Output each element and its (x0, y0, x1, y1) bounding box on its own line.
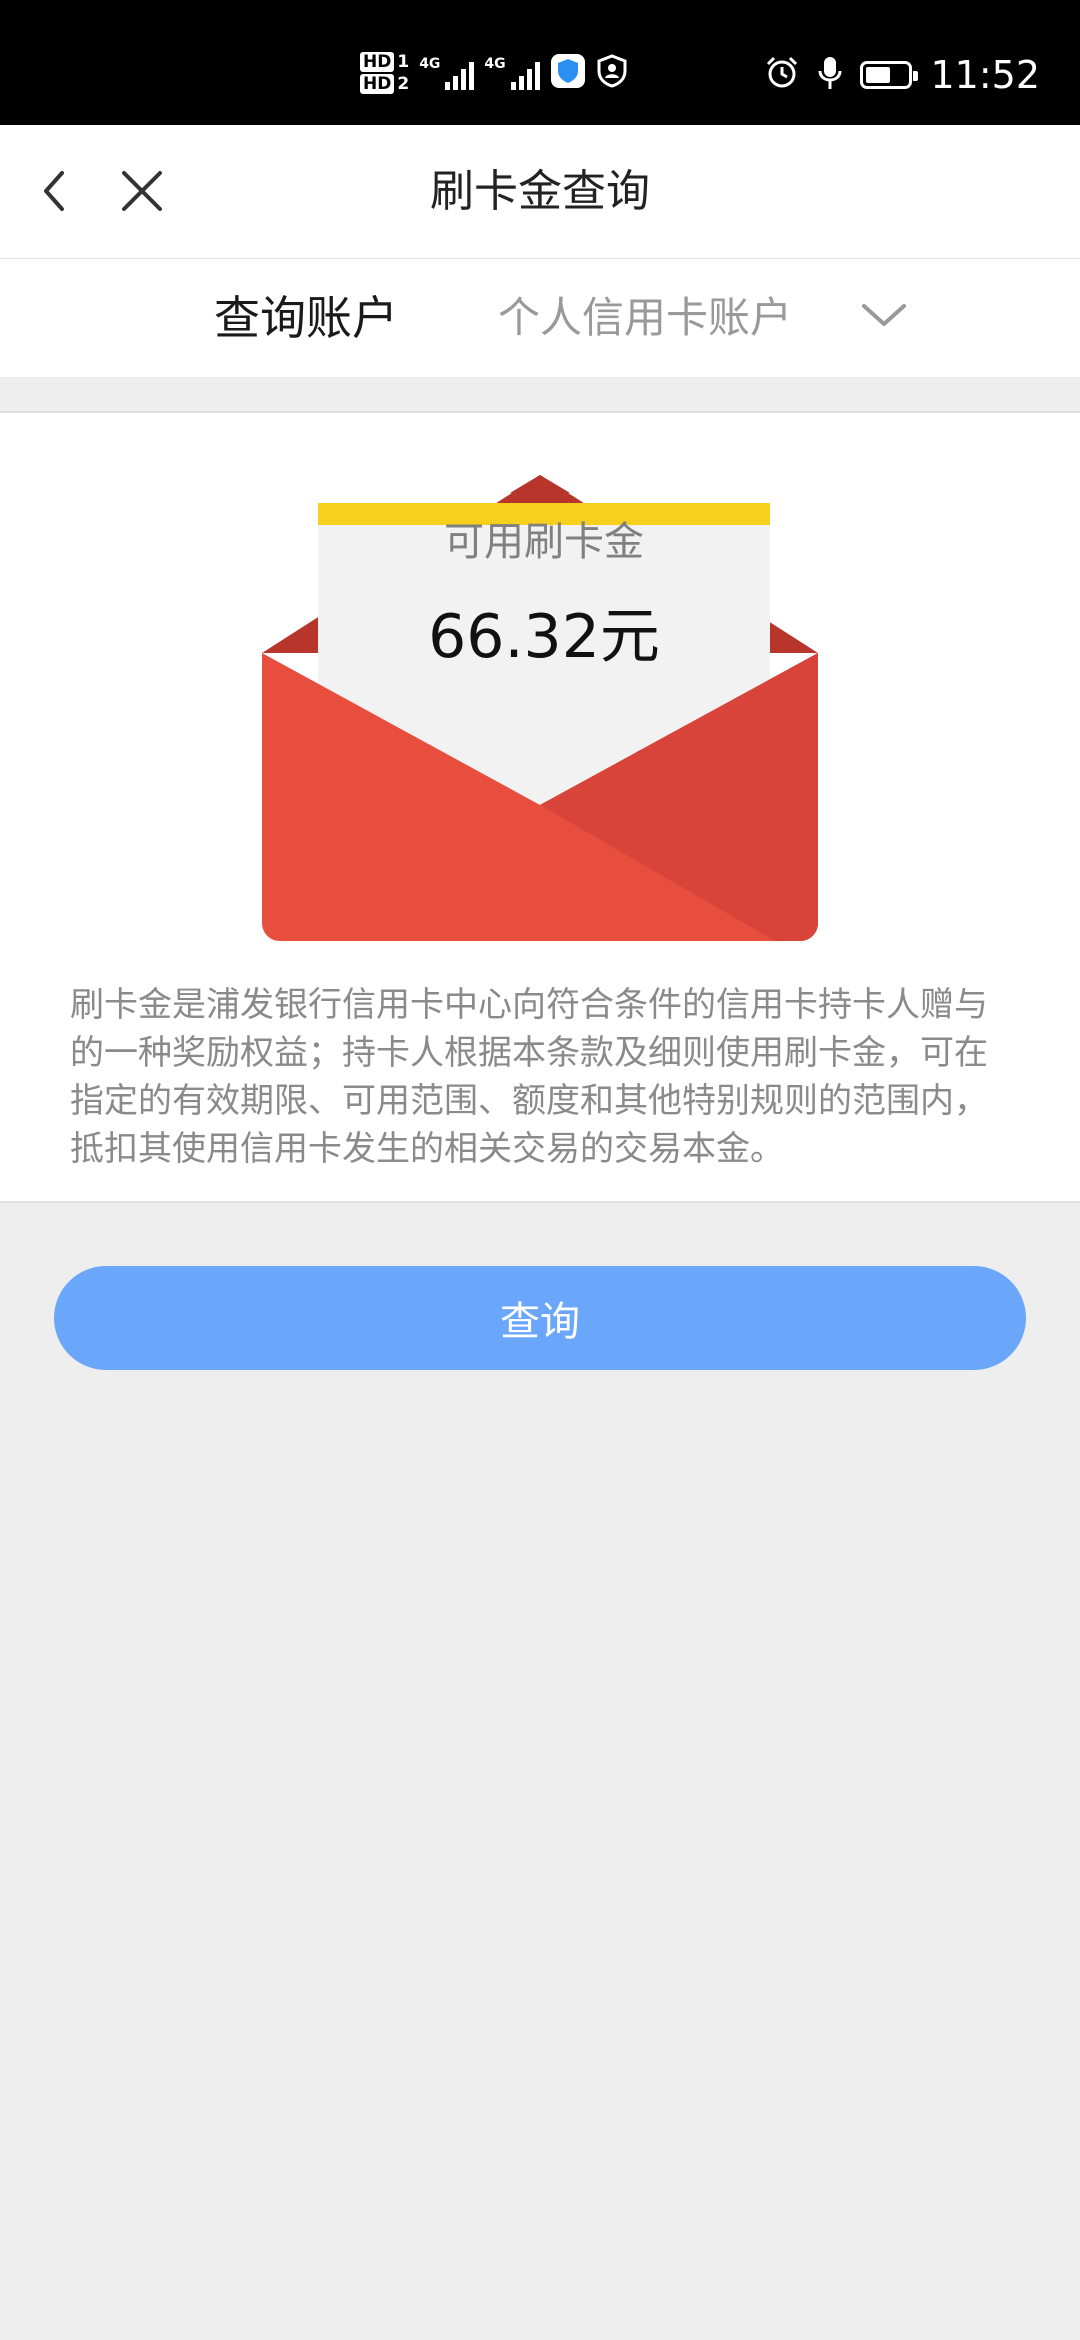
status-left-group: HD 1 HD 2 4G 4G (360, 48, 628, 98)
microphone-icon (818, 55, 842, 95)
shield-icon (550, 53, 586, 93)
query-button[interactable]: 查询 (54, 1266, 1026, 1370)
clock: 11:52 (930, 53, 1040, 97)
status-right-group: 11:52 (764, 50, 1040, 100)
account-dropdown[interactable]: 个人信用卡账户 (498, 259, 792, 377)
nav-bar: 刷卡金查询 (0, 125, 1080, 259)
signal-icon: 4G (419, 56, 475, 90)
account-selector-row: 查询账户 个人信用卡账户 (0, 259, 1080, 377)
sim-indicators: HD 1 HD 2 (360, 52, 409, 94)
alarm-icon (764, 55, 800, 95)
profile-icon (596, 54, 628, 92)
status-bar: HD 1 HD 2 4G 4G 11:52 (0, 0, 1080, 125)
signal-icon-2: 4G (484, 56, 540, 90)
sim1-indicator: HD 1 (360, 52, 409, 72)
sim2-indicator: HD 2 (360, 74, 409, 94)
available-balance-label: 可用刷卡金 (444, 519, 644, 565)
rules-description: 刷卡金是浦发银行信用卡中心向符合条件的信用卡持卡人赠与的一种奖励权益；持卡人根据… (70, 985, 988, 1169)
page-title: 刷卡金查询 (430, 166, 650, 217)
available-balance-amount: 66.32元 (428, 602, 660, 672)
balance-card: 可用刷卡金 66.32元 刷卡金是浦发银行信用卡中心向符合条件的信用卡持卡人赠与… (0, 411, 1080, 1203)
battery-icon (860, 61, 919, 89)
account-label: 查询账户 (214, 291, 398, 345)
chevron-down-icon[interactable] (858, 290, 910, 342)
